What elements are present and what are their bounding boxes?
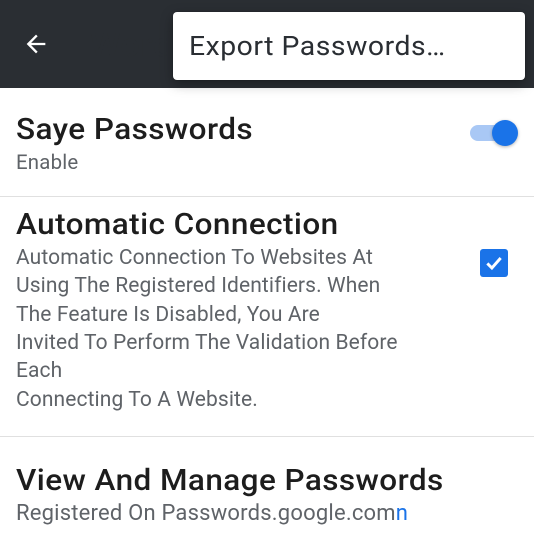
setting-description: Automatic Connection To Websites At Usin… (16, 244, 436, 414)
setting-title: Saye Passwords (16, 114, 474, 146)
setting-title: Automatic Connection (16, 209, 486, 241)
arrow-left-icon (22, 30, 50, 58)
manage-link-line: Registered On Passwords.google.comn (16, 501, 518, 526)
setting-automatic-connection[interactable]: Automatic Connection Automatic Connectio… (0, 197, 534, 438)
overflow-menu: Export Passwords… (173, 12, 525, 80)
back-button[interactable] (12, 20, 60, 68)
save-passwords-toggle[interactable] (468, 120, 518, 146)
setting-save-passwords[interactable]: Saye Passwords Enable (0, 102, 534, 197)
menu-item-export-passwords[interactable]: Export Passwords… (189, 30, 446, 62)
settings-list: Saye Passwords Enable Automatic Connecti… (0, 88, 534, 536)
check-icon (484, 253, 504, 273)
setting-title: View And Manage Passwords (16, 465, 534, 497)
app-header: Words Export Passwords… (0, 0, 534, 88)
toggle-thumb (492, 120, 518, 146)
passwords-link[interactable]: Passwords.google.com (161, 501, 395, 526)
automatic-connection-checkbox[interactable] (480, 249, 508, 277)
setting-subtitle: Enable (16, 150, 461, 174)
setting-manage-passwords[interactable]: View And Manage Passwords Registered On … (0, 437, 534, 536)
